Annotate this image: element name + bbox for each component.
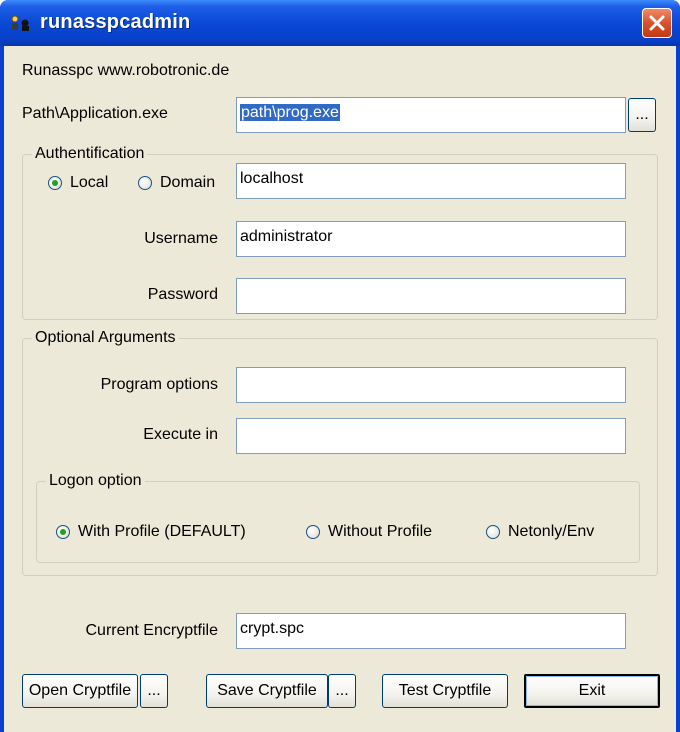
path-browse-button[interactable]: ... bbox=[628, 98, 656, 132]
encryptfile-label: Current Encryptfile bbox=[85, 622, 219, 639]
program-options-label: Program options bbox=[100, 376, 218, 393]
domain-input[interactable]: localhost bbox=[236, 163, 626, 199]
radio-netonly[interactable]: Netonly/Env bbox=[486, 523, 594, 541]
password-label: Password bbox=[147, 286, 218, 303]
encryptfile-value: crypt.spc bbox=[240, 620, 305, 637]
domain-value: localhost bbox=[240, 170, 304, 187]
test-cryptfile-button[interactable]: Test Cryptfile bbox=[382, 674, 508, 708]
execute-in-input[interactable] bbox=[236, 418, 626, 454]
optional-group-title: Optional Arguments bbox=[32, 329, 179, 347]
path-label: Path\Application.exe bbox=[22, 105, 168, 122]
radio-with-profile[interactable]: With Profile (DEFAULT) bbox=[56, 523, 246, 541]
path-value: path\prog.exe bbox=[240, 104, 340, 121]
radio-local[interactable]: Local bbox=[48, 174, 108, 192]
logon-group bbox=[36, 481, 640, 563]
title-bar[interactable]: runasspcadmin bbox=[0, 0, 680, 46]
radio-without-profile-indicator bbox=[306, 525, 320, 539]
radio-domain[interactable]: Domain bbox=[138, 174, 215, 192]
execute-in-label: Execute in bbox=[143, 426, 218, 443]
password-input[interactable] bbox=[236, 278, 626, 314]
close-button[interactable] bbox=[642, 8, 672, 38]
open-cryptfile-browse-button[interactable]: ... bbox=[140, 674, 168, 708]
radio-with-profile-indicator bbox=[56, 525, 70, 539]
username-value: administrator bbox=[240, 228, 333, 245]
window-title: runasspcadmin bbox=[40, 11, 191, 33]
path-input[interactable]: path\prog.exe bbox=[236, 97, 626, 133]
radio-netonly-indicator bbox=[486, 525, 500, 539]
open-cryptfile-button[interactable]: Open Cryptfile bbox=[22, 674, 138, 708]
exit-button[interactable]: Exit bbox=[524, 674, 660, 708]
radio-with-profile-label: With Profile (DEFAULT) bbox=[78, 523, 246, 540]
logon-group-title: Logon option bbox=[46, 472, 145, 490]
auth-group-title: Authentification bbox=[32, 145, 148, 163]
app-window: runasspcadmin Runasspc www.robotronic.de… bbox=[0, 0, 680, 732]
radio-without-profile-label: Without Profile bbox=[328, 523, 433, 540]
radio-domain-label: Domain bbox=[160, 174, 216, 191]
info-text: Runasspc www.robotronic.de bbox=[22, 62, 230, 79]
radio-local-label: Local bbox=[70, 174, 109, 191]
username-input[interactable]: administrator bbox=[236, 221, 626, 257]
save-cryptfile-button[interactable]: Save Cryptfile bbox=[206, 674, 328, 708]
radio-domain-indicator bbox=[138, 176, 152, 190]
radio-netonly-label: Netonly/Env bbox=[508, 523, 595, 540]
close-icon bbox=[649, 15, 665, 31]
encryptfile-input[interactable]: crypt.spc bbox=[236, 613, 626, 649]
app-icon bbox=[11, 15, 29, 31]
save-cryptfile-browse-button[interactable]: ... bbox=[328, 674, 356, 708]
radio-without-profile[interactable]: Without Profile bbox=[306, 523, 432, 541]
dialog-body: Runasspc www.robotronic.de Path\Applicat… bbox=[4, 46, 676, 732]
radio-local-indicator bbox=[48, 176, 62, 190]
program-options-input[interactable] bbox=[236, 367, 626, 403]
username-label: Username bbox=[144, 230, 218, 247]
